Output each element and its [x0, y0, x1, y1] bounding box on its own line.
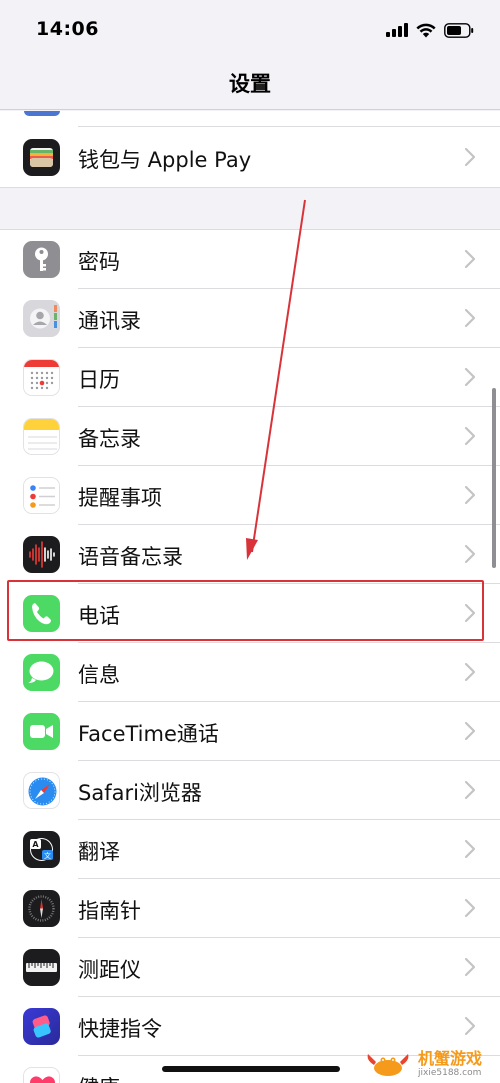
settings-row-label: 钱包与 Apple Pay	[78, 148, 252, 172]
highlight-box	[7, 580, 484, 641]
watermark: 机蟹游戏 jixie5188.com	[362, 1049, 494, 1079]
chevron-right-icon	[464, 898, 476, 918]
settings-row-contacts[interactable]: 通讯录	[0, 289, 500, 348]
settings-row-label: 指南针	[78, 899, 141, 923]
settings-row-label: 提醒事项	[78, 486, 162, 510]
settings-row-voice-memos[interactable]: 语音备忘录	[0, 525, 500, 584]
watermark-text: 机蟹游戏 jixie5188.com	[418, 1048, 483, 1078]
crab-logo-icon	[367, 1054, 409, 1076]
section-gap	[0, 187, 500, 230]
settings-row-wallet[interactable]: 钱包与 Apple Pay	[0, 128, 500, 187]
measure-icon	[23, 949, 60, 986]
facetime-icon	[23, 713, 60, 750]
partial-app-icon	[24, 111, 60, 116]
settings-row-label: 通讯录	[78, 309, 141, 333]
settings-row-label: 语音备忘录	[78, 545, 183, 569]
status-icons	[386, 20, 474, 40]
settings-row-translate[interactable]: A 文 翻译	[0, 820, 500, 879]
settings-row-compass[interactable]: 指南针	[0, 879, 500, 938]
svg-text:文: 文	[44, 851, 51, 860]
chevron-right-icon	[464, 485, 476, 505]
safari-icon	[23, 772, 60, 809]
reminders-icon	[23, 477, 60, 514]
chevron-right-icon	[464, 1016, 476, 1036]
watermark-url: jixie5188.com	[418, 1067, 482, 1078]
messages-icon	[23, 654, 60, 691]
chevron-right-icon	[464, 721, 476, 741]
contacts-icon	[23, 300, 60, 337]
shortcuts-icon	[23, 1008, 60, 1045]
home-indicator[interactable]	[162, 1066, 340, 1072]
battery-icon	[444, 22, 474, 38]
settings-row-label: Safari浏览器	[78, 781, 202, 805]
chevron-right-icon	[464, 308, 476, 328]
wifi-icon	[416, 23, 436, 37]
chevron-right-icon	[464, 662, 476, 682]
cellular-signal-icon	[386, 23, 408, 37]
calendar-icon	[23, 359, 60, 396]
navigation-bar: 设置	[0, 58, 500, 110]
settings-row-label: FaceTime通话	[78, 722, 219, 746]
chevron-right-icon	[464, 426, 476, 446]
settings-row-notes[interactable]: 备忘录	[0, 407, 500, 466]
settings-row-messages[interactable]: 信息	[0, 643, 500, 702]
chevron-right-icon	[464, 249, 476, 269]
key-icon	[23, 241, 60, 278]
chevron-right-icon	[464, 957, 476, 977]
notes-icon	[23, 418, 60, 455]
scroll-indicator[interactable]	[492, 388, 496, 568]
settings-row-label: 信息	[78, 663, 120, 687]
settings-row-shortcuts[interactable]: 快捷指令	[0, 997, 500, 1056]
chevron-right-icon	[464, 147, 476, 167]
separator	[78, 126, 500, 127]
status-bar: 14:06	[0, 0, 500, 58]
translate-icon: A 文	[23, 831, 60, 868]
chevron-right-icon	[464, 839, 476, 859]
compass-icon	[23, 890, 60, 927]
health-icon	[23, 1067, 60, 1083]
voice-memos-icon	[23, 536, 60, 573]
settings-row-measure[interactable]: 测距仪	[0, 938, 500, 997]
settings-row-label: 健康	[78, 1072, 120, 1083]
settings-row-label: 翻译	[78, 840, 120, 864]
settings-row-label: 快捷指令	[78, 1017, 162, 1041]
chevron-right-icon	[464, 544, 476, 564]
settings-row-reminders[interactable]: 提醒事项	[0, 466, 500, 525]
settings-row-passwords[interactable]: 密码	[0, 230, 500, 289]
settings-row-label: 日历	[78, 368, 120, 392]
svg-text:A: A	[32, 840, 39, 849]
page-title: 设置	[229, 72, 271, 96]
settings-row-label: 密码	[78, 250, 120, 274]
settings-row-calendar[interactable]: 日历	[0, 348, 500, 407]
wallet-icon	[23, 139, 60, 176]
settings-row-facetime[interactable]: FaceTime通话	[0, 702, 500, 761]
chevron-right-icon	[464, 780, 476, 800]
status-time: 14:06	[36, 18, 99, 40]
watermark-name: 机蟹游戏	[418, 1048, 483, 1068]
settings-row-safari[interactable]: Safari浏览器	[0, 761, 500, 820]
chevron-right-icon	[464, 367, 476, 387]
settings-row-label: 测距仪	[78, 958, 141, 982]
settings-row-label: 备忘录	[78, 427, 141, 451]
